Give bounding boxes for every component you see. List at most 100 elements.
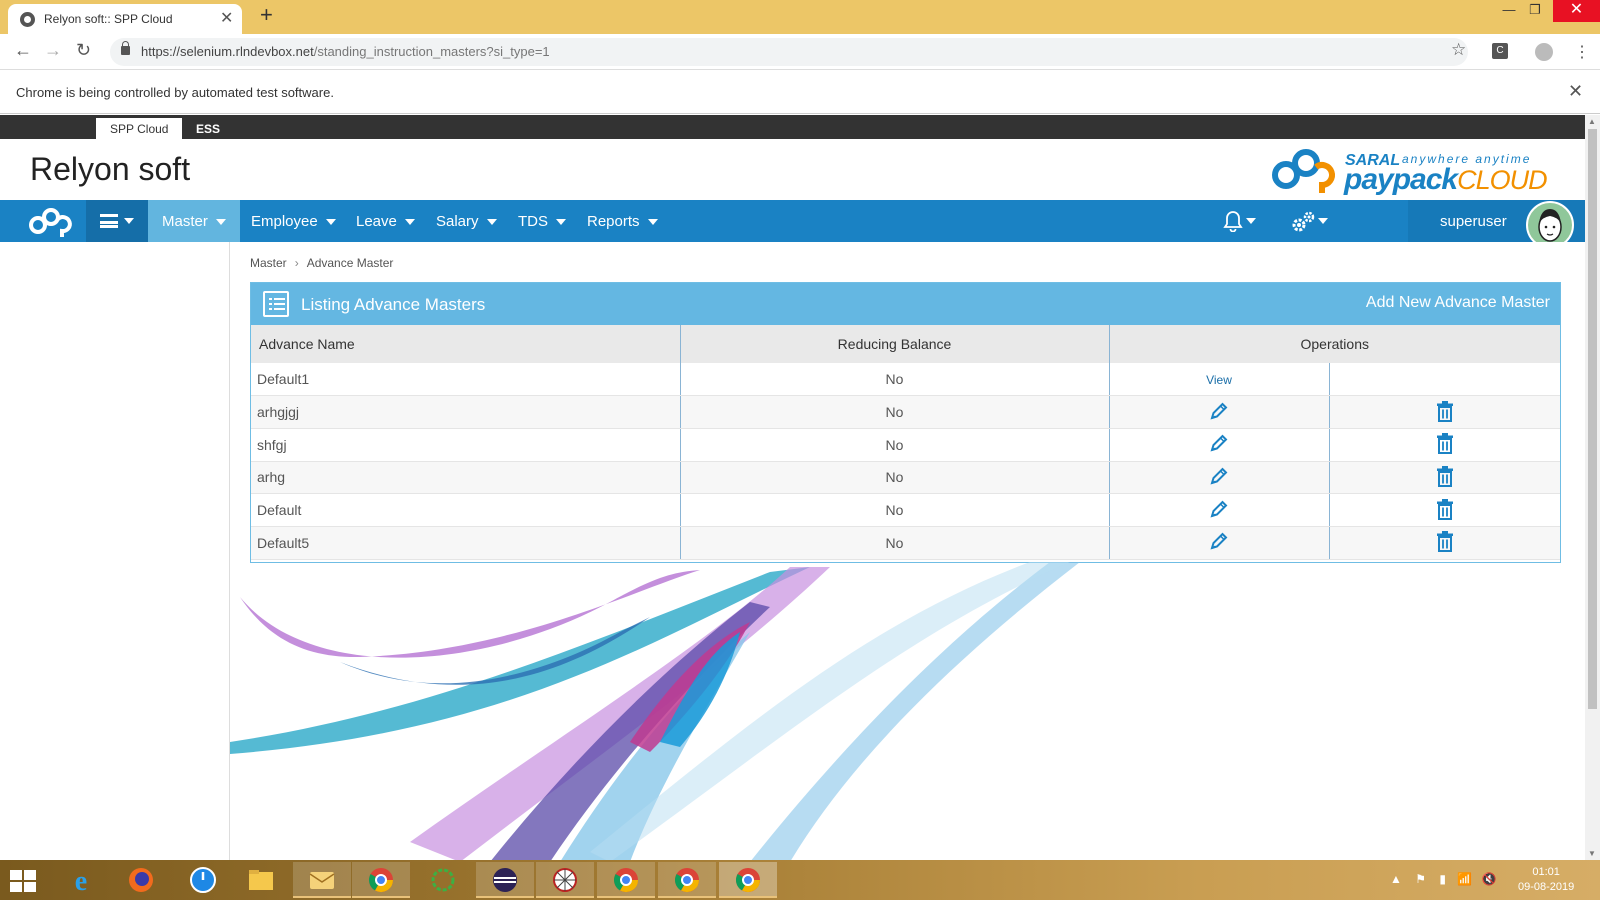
tab-spp-cloud[interactable]: SPP Cloud [96,118,183,139]
delete-cell [1329,428,1560,462]
taskbar-firefox[interactable] [112,862,170,898]
reload-icon[interactable]: ↻ [76,40,91,61]
tab-ess[interactable]: ESS [182,118,234,139]
chrome-icon [613,868,638,893]
flag-icon[interactable]: ⚑ [1415,872,1426,886]
tab-title: Relyon soft:: SPP Cloud [44,12,173,26]
company-name: Relyon soft [30,151,191,187]
saral-paypack-logo: SARAL anywhere anytime paypackCLOUD [1270,143,1566,197]
internet-explorer-icon: e [75,866,87,894]
trash-icon[interactable] [1436,498,1454,523]
browser-toolbar: ← → ↻ https://selenium.rlndevbox.net/sta… [0,34,1600,70]
table-row: Default5 No [251,526,1560,560]
scroll-down-icon[interactable]: ▼ [1588,849,1596,858]
signal-icon[interactable]: 📶 [1457,872,1472,886]
chevron-down-icon [404,219,415,226]
breadcrumb-master[interactable]: Master [250,256,287,270]
mail-icon [309,872,335,889]
settings-button[interactable] [1290,210,1328,239]
page-scrollbar[interactable]: ▲ ▼ [1585,115,1600,860]
pencil-icon[interactable] [1208,400,1230,425]
brand-header: Relyon soft SARAL anywhere anytime paypa… [0,139,1585,200]
address-bar[interactable]: https://selenium.rlndevbox.net/standing_… [110,38,1468,66]
battery-icon[interactable]: ▮ [1439,872,1446,886]
nav-master[interactable]: Master [148,200,240,242]
lock-icon [121,41,130,55]
clock-date: 09-08-2019 [1518,881,1575,893]
scrollbar-thumb[interactable] [1588,129,1597,709]
infobar-close-icon[interactable]: ✕ [1568,81,1583,102]
taskbar-clock[interactable]: 01:01 09-08-2019 [1518,865,1574,895]
taskbar-app[interactable] [174,862,232,898]
restore-icon[interactable]: ❐ [1522,2,1548,24]
view-link[interactable]: View [1206,373,1232,387]
tab-close-icon[interactable]: ✕ [220,8,233,28]
nav-employee-label: Employee [251,213,318,230]
window-close-icon[interactable]: ✕ [1553,0,1600,22]
automation-infobar: Chrome is being controlled by automated … [0,70,1600,114]
chevron-right-icon: › [294,256,299,270]
notifications-button[interactable] [1222,210,1256,237]
taskbar-internet-explorer[interactable]: e [52,862,110,898]
taskbar-chrome-3[interactable] [658,862,716,898]
eclipse-icon [493,868,517,892]
column-header-operations: Operations [1109,325,1560,363]
firefox-icon [129,868,153,892]
pencil-icon[interactable] [1208,465,1230,490]
panel-title: Listing Advance Masters [301,295,486,314]
nav-tds[interactable]: TDS [518,200,566,242]
trash-icon[interactable] [1436,530,1454,555]
advance-masters-table: Advance Name Reducing Balance Operations… [251,325,1560,560]
browser-menu-icon[interactable]: ⋮ [1574,42,1590,62]
taskbar-spider-app[interactable] [536,862,594,898]
trash-icon[interactable] [1436,465,1454,490]
left-sidebar [0,242,230,860]
taskbar-app-green[interactable] [414,862,472,898]
clock-time: 01:01 [1532,866,1560,878]
breadcrumb: Master › Advance Master [250,256,393,270]
pencil-icon[interactable] [1208,530,1230,555]
nav-reports[interactable]: Reports [587,200,658,242]
column-header-reducing-balance: Reducing Balance [680,325,1110,363]
bookmark-star-icon[interactable]: ☆ [1451,40,1466,60]
taskbar-eclipse[interactable] [476,862,534,898]
refresh-circle-icon [431,868,455,892]
windows-start-icon[interactable] [10,870,36,892]
table-row: arhgjgj No [251,395,1560,429]
forward-icon[interactable]: → [44,40,62,61]
hamburger-menu-button[interactable] [86,200,148,242]
trash-icon[interactable] [1436,432,1454,457]
taskbar-chrome-2[interactable] [597,862,655,898]
trash-icon[interactable] [1436,400,1454,425]
advance-name-cell: Default [251,493,681,527]
add-new-advance-master-link[interactable]: Add New Advance Master [1366,294,1550,312]
nav-employee[interactable]: Employee [251,200,336,242]
pencil-icon[interactable] [1208,432,1230,457]
advance-masters-panel: Listing Advance Masters Add New Advance … [250,282,1561,563]
taskbar-outlook[interactable] [293,862,351,898]
taskbar-chrome-1[interactable] [352,862,410,898]
system-tray: ▲ ⚑ ▮ 📶 🔇 [1390,872,1497,886]
profile-icon[interactable] [1535,43,1553,61]
volume-muted-icon[interactable]: 🔇 [1482,872,1497,886]
app-logo-icon[interactable] [27,205,75,237]
tray-overflow-icon[interactable]: ▲ [1390,872,1402,886]
nav-leave-label: Leave [356,213,397,230]
minimize-icon[interactable]: — [1496,2,1522,24]
username: superuser [1440,213,1507,230]
taskbar-file-explorer[interactable] [232,862,290,898]
extension-icon[interactable]: C [1492,43,1508,59]
chevron-down-icon [1246,218,1256,224]
chrome-icon [735,868,760,893]
scroll-up-icon[interactable]: ▲ [1588,117,1596,126]
back-icon[interactable]: ← [14,40,32,61]
new-tab-icon[interactable]: + [260,2,273,28]
delete-cell [1329,526,1560,560]
url-text: https://selenium.rlndevbox.net/standing_… [141,44,550,59]
user-menu[interactable]: superuser [1408,200,1585,249]
taskbar-chrome-active[interactable] [719,862,777,898]
nav-salary[interactable]: Salary [436,200,497,242]
nav-leave[interactable]: Leave [356,200,415,242]
browser-tab[interactable]: Relyon soft:: SPP Cloud ✕ [8,4,242,34]
pencil-icon[interactable] [1208,498,1230,523]
